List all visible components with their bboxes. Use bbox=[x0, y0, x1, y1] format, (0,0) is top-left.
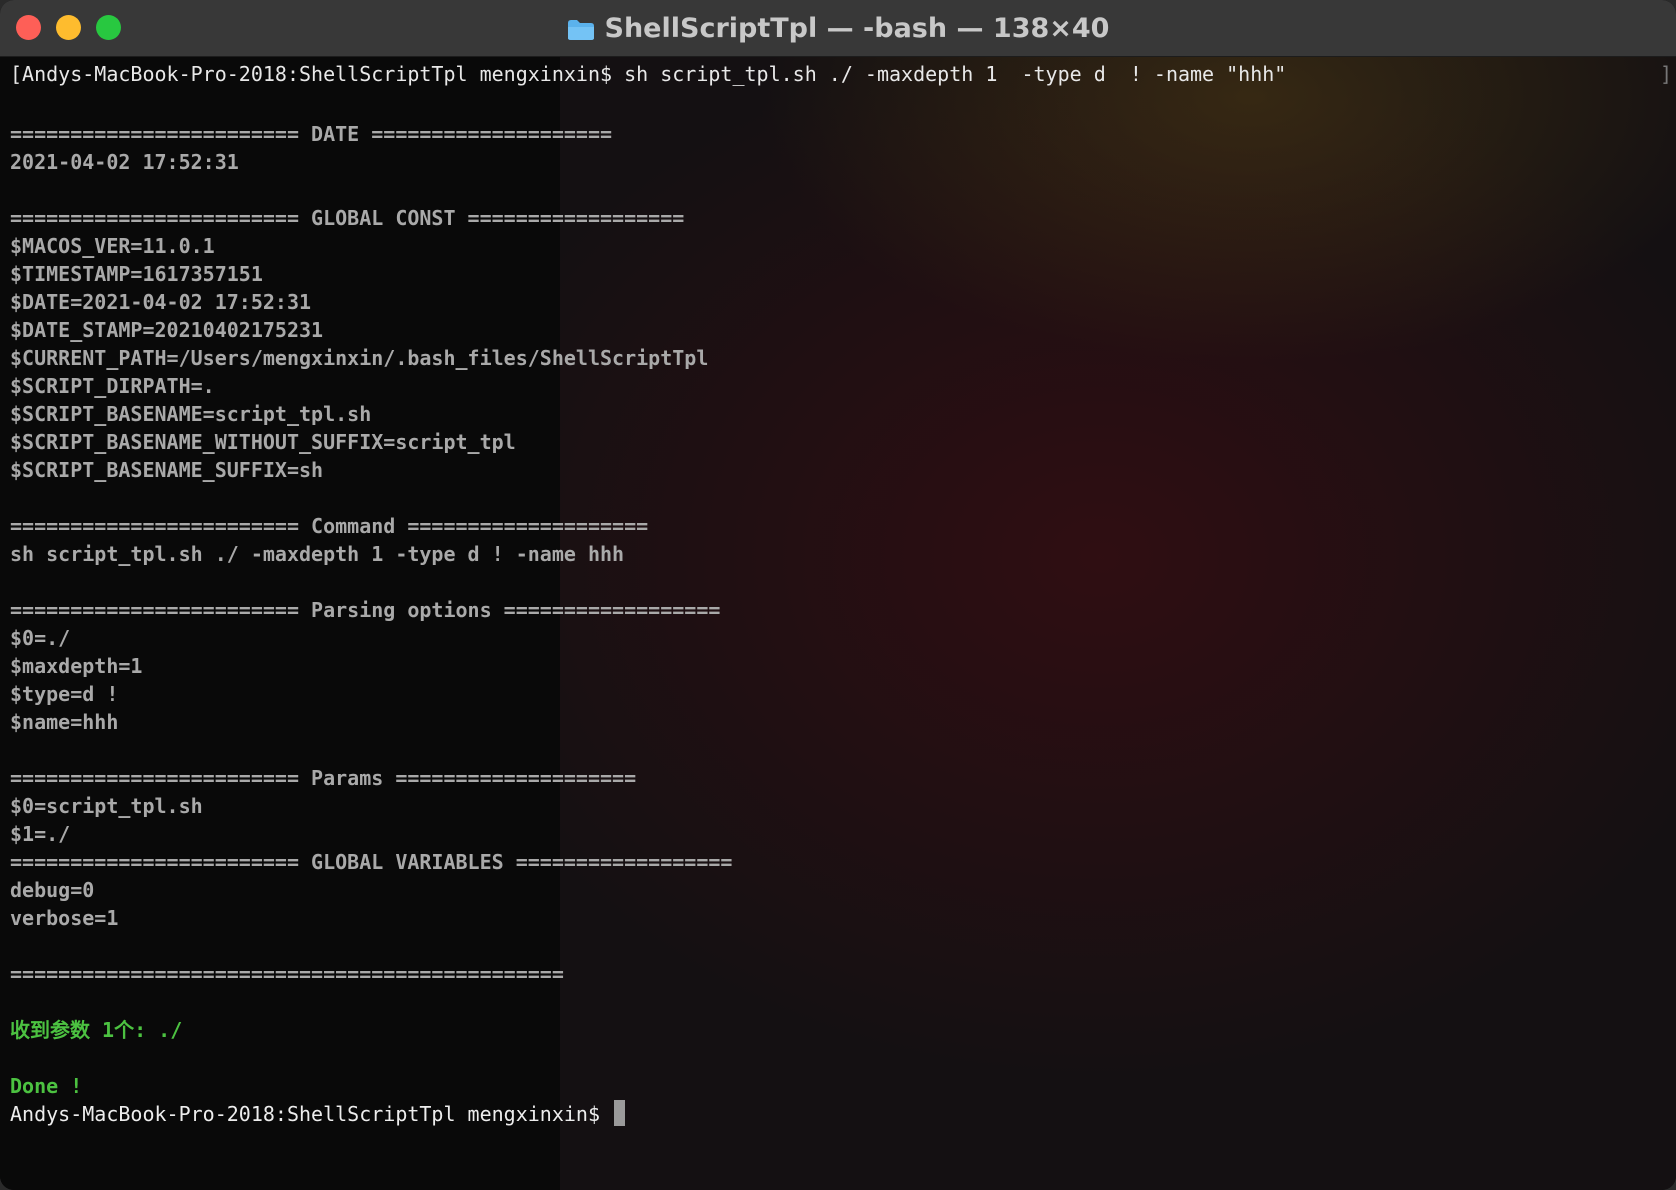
output-line: $0=script_tpl.sh bbox=[10, 794, 203, 818]
output-line: $type=d ! bbox=[10, 682, 119, 706]
output-line: 2021-04-02 17:52:31 bbox=[10, 150, 239, 174]
output-line: ========================================… bbox=[10, 962, 564, 986]
output-line: verbose=1 bbox=[10, 906, 119, 930]
title-bar[interactable]: ShellScriptTpl — -bash — 138×40 bbox=[0, 0, 1676, 57]
output-line: $name=hhh bbox=[10, 710, 119, 734]
prompt-text: Andys-MacBook-Pro-2018:ShellScriptTpl me… bbox=[10, 1102, 613, 1126]
window-title-container: ShellScriptTpl — -bash — 138×40 bbox=[0, 0, 1676, 56]
output-line: $DATE=2021-04-02 17:52:31 bbox=[10, 290, 312, 314]
output-line: $SCRIPT_DIRPATH=. bbox=[10, 374, 215, 398]
text-cursor bbox=[614, 1100, 626, 1126]
prompt-line[interactable]: Andys-MacBook-Pro-2018:ShellScriptTpl me… bbox=[10, 1100, 1660, 1128]
output-line: debug=0 bbox=[10, 878, 95, 902]
output-line: ======================== DATE ==========… bbox=[10, 122, 613, 146]
output-line: $MACOS_VER=11.0.1 bbox=[10, 234, 215, 258]
output-line: ======================== Command =======… bbox=[10, 514, 649, 538]
output-line: $maxdepth=1 bbox=[10, 654, 143, 678]
output-line: sh script_tpl.sh ./ -maxdepth 1 -type d … bbox=[10, 542, 625, 566]
output-line: $TIMESTAMP=1617357151 bbox=[10, 262, 263, 286]
command-line: [Andys-MacBook-Pro-2018:ShellScriptTpl m… bbox=[10, 62, 1287, 86]
output-line: $SCRIPT_BASENAME_WITHOUT_SUFFIX=script_t… bbox=[10, 430, 516, 454]
output-line: $DATE_STAMP=20210402175231 bbox=[10, 318, 324, 342]
output-line: $0=./ bbox=[10, 626, 71, 650]
terminal-content[interactable]: ] [Andys-MacBook-Pro-2018:ShellScriptTpl… bbox=[0, 57, 1676, 1190]
output-line: 收到参数 1个: ./ bbox=[10, 1018, 183, 1042]
output-line: ======================== Params ========… bbox=[10, 766, 637, 790]
window-title: ShellScriptTpl — -bash — 138×40 bbox=[604, 12, 1110, 44]
output-line: ======================== GLOBAL CONST ==… bbox=[10, 206, 685, 230]
output-line: $1=./ bbox=[10, 822, 71, 846]
terminal-window: ShellScriptTpl — -bash — 138×40 ] [Andys… bbox=[0, 0, 1676, 1190]
folder-icon bbox=[567, 17, 595, 40]
output-line: Done ! bbox=[10, 1074, 83, 1098]
scroll-bracket: ] bbox=[1659, 62, 1672, 86]
output-line: ======================== GLOBAL VARIABLE… bbox=[10, 850, 733, 874]
output-line: $SCRIPT_BASENAME=script_tpl.sh bbox=[10, 402, 372, 426]
output-line: ======================== Parsing options… bbox=[10, 598, 721, 622]
output-line: $SCRIPT_BASENAME_SUFFIX=sh bbox=[10, 458, 324, 482]
terminal-output: [Andys-MacBook-Pro-2018:ShellScriptTpl m… bbox=[10, 57, 1660, 1128]
output-line: $CURRENT_PATH=/Users/mengxinxin/.bash_fi… bbox=[10, 346, 709, 370]
